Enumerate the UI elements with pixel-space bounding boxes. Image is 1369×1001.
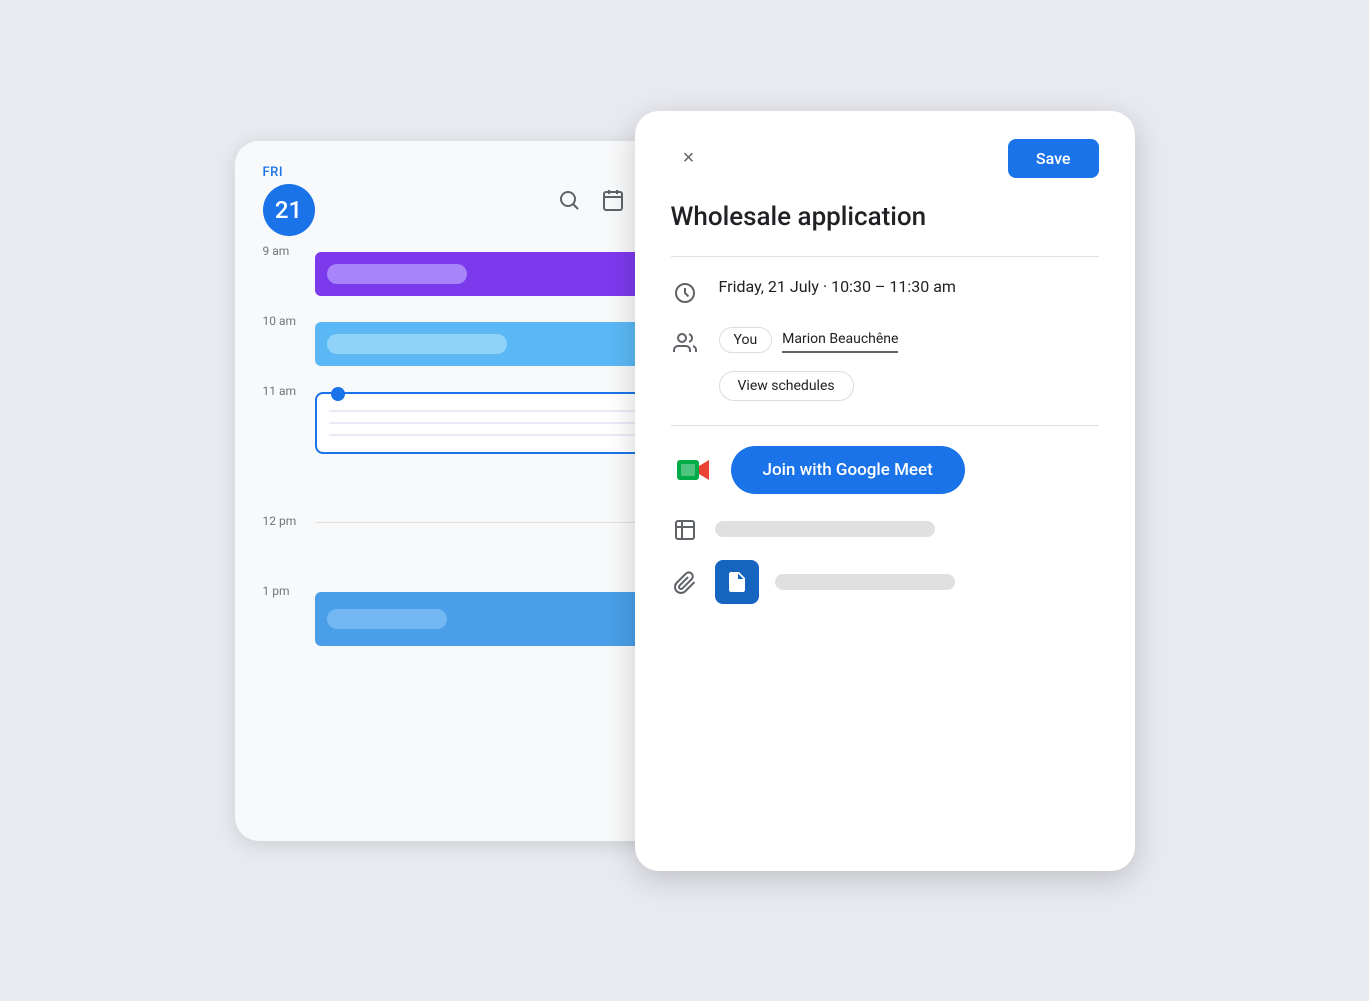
events-12pm <box>315 522 687 523</box>
chips-row: You Marion Beauchêne <box>719 327 899 353</box>
divider-1 <box>671 256 1099 257</box>
event-bar-purple[interactable] <box>315 252 687 296</box>
day-number: 21 <box>263 184 315 236</box>
docs-icon <box>715 560 759 604</box>
join-meet-button[interactable]: Join with Google Meet <box>731 446 965 494</box>
search-icon[interactable] <box>555 186 583 214</box>
time-label-10am: 10 am <box>263 314 315 328</box>
event-bar-blue-light[interactable] <box>315 322 687 366</box>
detail-header: × Save <box>671 139 1099 178</box>
calendar-icon[interactable] <box>599 186 627 214</box>
drag-handle-top[interactable] <box>331 387 345 401</box>
time-label-9am: 9 am <box>263 244 315 258</box>
view-schedules-button[interactable]: View schedules <box>719 371 854 401</box>
event-bar-blue-medium[interactable] <box>315 592 687 646</box>
attendee-chip-you: You <box>719 327 773 353</box>
events-1pm <box>315 592 687 646</box>
day-label: FRI <box>263 165 315 180</box>
location-row <box>671 514 1099 544</box>
detail-card: × Save Wholesale application Friday, 21 … <box>635 111 1135 871</box>
time-label-1pm: 1 pm <box>263 584 315 598</box>
datetime-text: Friday, 21 July · 10:30 – 11:30 am <box>719 277 956 296</box>
location-placeholder <box>715 521 935 537</box>
events-10am <box>315 322 687 366</box>
close-button[interactable]: × <box>671 140 707 176</box>
location-icon <box>671 516 699 544</box>
datetime-row: Friday, 21 July · 10:30 – 11:30 am <box>671 277 1099 307</box>
divider-2 <box>671 425 1099 426</box>
attendees-icon <box>671 329 699 357</box>
attendee-chip-marion: Marion Beauchêne <box>782 327 898 353</box>
clock-icon <box>671 279 699 307</box>
attachment-icon <box>671 569 699 597</box>
attendees-section: You Marion Beauchêne View schedules <box>671 327 1099 401</box>
events-11am <box>315 392 687 454</box>
time-label-12pm: 12 pm <box>263 514 315 528</box>
notes-row <box>671 560 1099 604</box>
event-title: Wholesale application <box>671 202 1099 232</box>
notes-placeholder <box>775 574 955 590</box>
save-button[interactable]: Save <box>1008 139 1099 178</box>
meet-row: Join with Google Meet <box>671 446 1099 494</box>
attendees-chips: You Marion Beauchêne View schedules <box>719 327 899 401</box>
google-meet-logo <box>671 448 715 492</box>
selected-event[interactable] <box>315 392 687 454</box>
time-label-11am: 11 am <box>263 384 315 398</box>
events-9am <box>315 252 687 296</box>
